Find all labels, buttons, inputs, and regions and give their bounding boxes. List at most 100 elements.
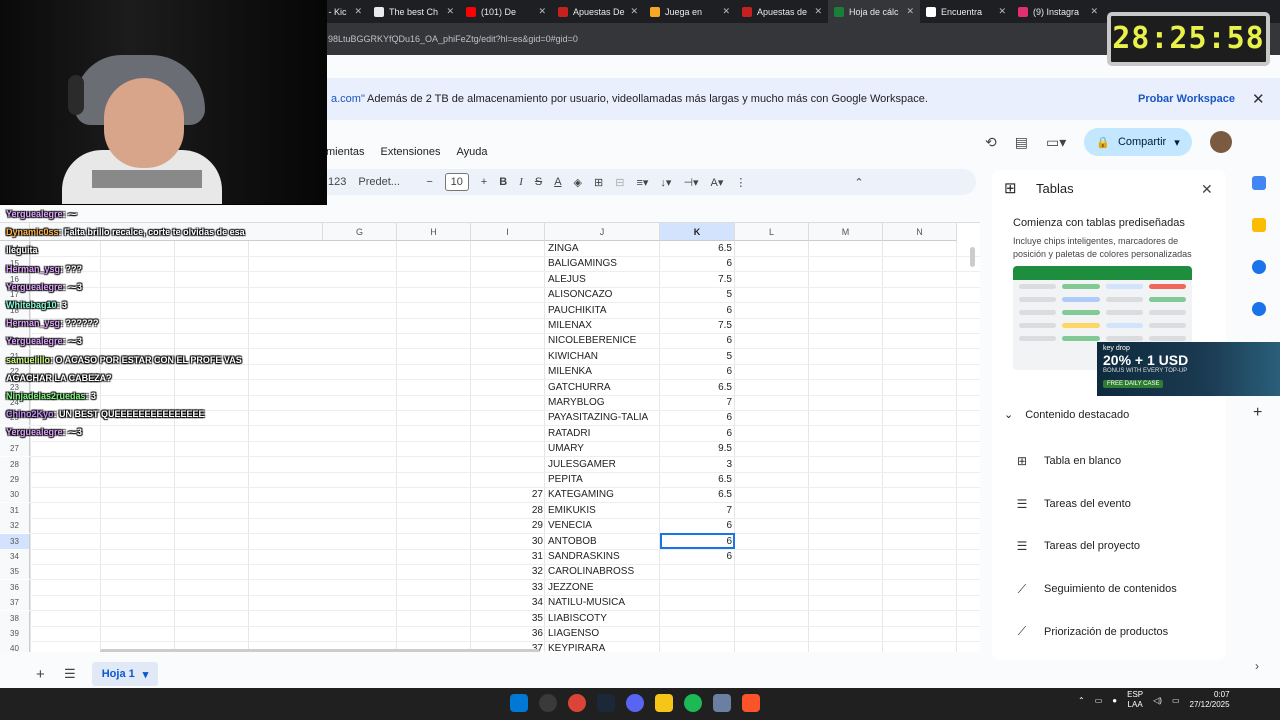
row-header[interactable]: 28: [0, 456, 30, 472]
cell-name[interactable]: PEPITA: [548, 472, 658, 487]
discord-icon[interactable]: [626, 694, 644, 712]
cell-name[interactable]: JULESGAMER: [548, 457, 658, 472]
avatar[interactable]: [1209, 131, 1232, 153]
italic-icon[interactable]: I: [519, 176, 523, 188]
cell-name[interactable]: UMARY: [548, 441, 658, 456]
cell-score[interactable]: 6.5: [662, 472, 732, 487]
cell-name[interactable]: MILENAX: [548, 318, 658, 333]
active-cell-selection[interactable]: [660, 532, 735, 549]
all-sheets-icon[interactable]: ☰: [64, 666, 76, 682]
row-header[interactable]: 36: [0, 579, 30, 595]
cell-score[interactable]: 6: [662, 364, 732, 379]
close-panel-icon[interactable]: ✕: [1201, 181, 1213, 198]
clock[interactable]: 0:07 27/12/2025: [1190, 690, 1230, 710]
history-icon[interactable]: ⟲: [985, 134, 997, 151]
cell-score[interactable]: 6: [662, 426, 732, 441]
menu-item-help[interactable]: Ayuda: [456, 146, 487, 158]
column-header-m[interactable]: M: [809, 223, 883, 241]
try-workspace-button[interactable]: Probar Workspace: [1138, 93, 1235, 105]
row-header[interactable]: 33: [0, 533, 30, 549]
column-header-l[interactable]: L: [735, 223, 809, 241]
cell-score[interactable]: 6: [662, 303, 732, 318]
cell-name[interactable]: KATEGAMING: [548, 487, 658, 502]
vertical-scrollbar[interactable]: [970, 247, 975, 267]
bold-icon[interactable]: B: [499, 176, 507, 188]
keep-icon[interactable]: [1252, 218, 1266, 232]
brave-icon[interactable]: [742, 694, 760, 712]
browser-tab[interactable]: The best Ch ✕: [368, 0, 460, 23]
column-header-i[interactable]: I: [471, 223, 545, 241]
cell-name[interactable]: NICOLEBERENICE: [548, 333, 658, 348]
close-tab-icon[interactable]: ✕: [446, 6, 454, 17]
close-tab-icon[interactable]: ✕: [906, 6, 914, 17]
tasks-icon[interactable]: [1252, 260, 1266, 274]
browser-tab[interactable]: Apuestas de ✕: [736, 0, 828, 23]
contacts-icon[interactable]: [1252, 302, 1266, 316]
cell-name[interactable]: KEYPIRARA: [548, 641, 658, 652]
cell-name[interactable]: ZINGA: [548, 241, 658, 256]
cell-index[interactable]: 36: [471, 626, 543, 641]
text-rotation-icon[interactable]: A▾: [711, 176, 724, 189]
cell-name[interactable]: LIABISCOTY: [548, 611, 658, 626]
cell-index[interactable]: 31: [471, 549, 543, 564]
close-tab-icon[interactable]: ✕: [814, 6, 822, 17]
column-header-h[interactable]: H: [397, 223, 471, 241]
cell-name[interactable]: VENECIA: [548, 518, 658, 533]
collapse-toolbar-icon[interactable]: ⌃: [854, 176, 863, 189]
menu-item-tools[interactable]: mientas: [326, 146, 365, 158]
cell-name[interactable]: MILENKA: [548, 364, 658, 379]
cell-score[interactable]: 7: [662, 503, 732, 518]
browser-tab[interactable]: (9) Instagra ✕: [1012, 0, 1104, 23]
cell-score[interactable]: 6: [662, 518, 732, 533]
row-header[interactable]: 37: [0, 595, 30, 611]
cell-score[interactable]: 9.5: [662, 441, 732, 456]
number-format-button[interactable]: 123: [328, 176, 346, 188]
calculator-icon[interactable]: [713, 694, 731, 712]
cell-score[interactable]: 5: [662, 287, 732, 302]
cell-name[interactable]: MARYBLOG: [548, 395, 658, 410]
cell-score[interactable]: 6: [662, 333, 732, 348]
cell-index[interactable]: 28: [471, 503, 543, 518]
align-icon[interactable]: ≡▾: [636, 176, 648, 189]
cell-score[interactable]: 6: [662, 410, 732, 425]
row-header[interactable]: 39: [0, 626, 30, 641]
cell-name[interactable]: GATCHURRA: [548, 380, 658, 395]
cell-index[interactable]: 35: [471, 611, 543, 626]
template-item[interactable]: ⊞ Tabla en blanco: [1014, 454, 1121, 468]
increase-font-icon[interactable]: +: [481, 176, 487, 188]
mic-icon[interactable]: ●: [1112, 696, 1117, 705]
speaker-icon[interactable]: ◁): [1153, 696, 1162, 705]
row-header[interactable]: 32: [0, 518, 30, 534]
font-size-input[interactable]: 10: [444, 173, 469, 191]
close-tab-icon[interactable]: ✕: [630, 6, 638, 17]
strikethrough-icon[interactable]: S: [535, 176, 542, 188]
more-options-icon[interactable]: ⋮: [735, 176, 746, 189]
row-header[interactable]: 38: [0, 610, 30, 626]
close-tab-icon[interactable]: ✕: [998, 6, 1006, 17]
network-icon[interactable]: ▭: [1095, 696, 1103, 705]
cell-index[interactable]: 29: [471, 518, 543, 533]
calendar-icon[interactable]: [1252, 176, 1266, 190]
cell-name[interactable]: CAROLINABROSS: [548, 564, 658, 579]
text-wrap-icon[interactable]: ⊣▾: [683, 176, 698, 189]
steam-icon[interactable]: [597, 694, 615, 712]
column-header-n[interactable]: N: [883, 223, 957, 241]
cell-name[interactable]: NATILU-MUSICA: [548, 595, 658, 610]
text-color-icon[interactable]: A: [554, 176, 561, 188]
cell-name[interactable]: BALIGAMINGS: [548, 256, 658, 271]
obs-icon[interactable]: [539, 694, 557, 712]
cell-score[interactable]: 7.5: [662, 318, 732, 333]
cell-index[interactable]: 34: [471, 595, 543, 610]
share-button[interactable]: 🔒 Compartir ▾: [1084, 128, 1192, 156]
meet-icon[interactable]: ▭▾: [1046, 134, 1066, 151]
close-icon[interactable]: ✕: [1252, 90, 1265, 108]
featured-section-toggle[interactable]: ⌄ Contenido destacado: [1004, 408, 1129, 422]
cell-name[interactable]: PAUCHIKITA: [548, 303, 658, 318]
language-indicator[interactable]: ESP LAA: [1127, 690, 1143, 710]
sheet-tab-active[interactable]: Hoja 1 ▾: [92, 662, 158, 686]
row-header[interactable]: 30: [0, 487, 30, 503]
cell-index[interactable]: 33: [471, 580, 543, 595]
close-tab-icon[interactable]: ✕: [722, 6, 730, 17]
close-tab-icon[interactable]: ✕: [354, 6, 362, 17]
cell-score[interactable]: 6.5: [662, 487, 732, 502]
